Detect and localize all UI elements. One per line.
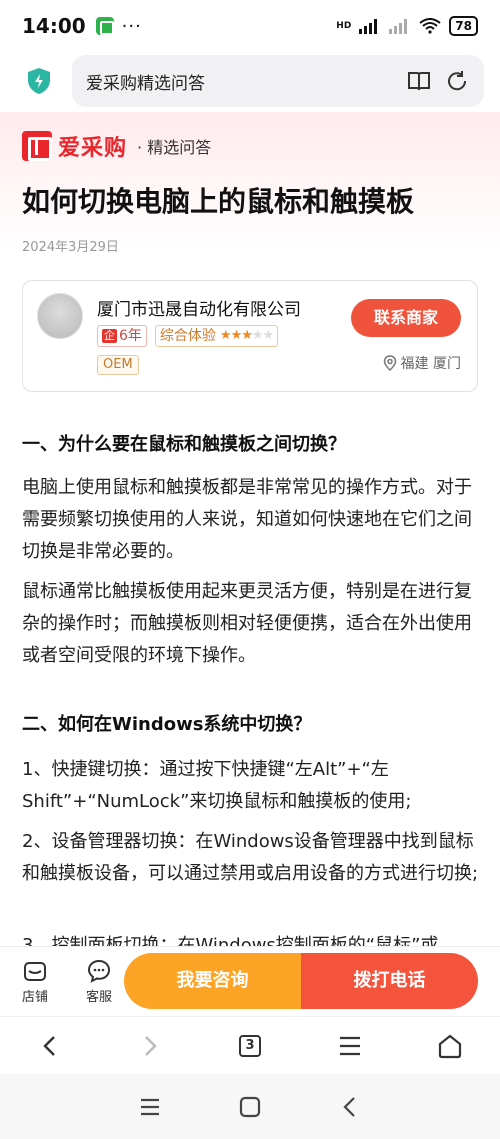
company-location: 福建 厦门: [383, 353, 461, 373]
back-button[interactable]: [30, 1026, 70, 1066]
contact-merchant-button[interactable]: 联系商家: [351, 299, 461, 337]
more-notifications-icon: ···: [121, 15, 142, 37]
browser-nav-bar: 3: [0, 1016, 500, 1074]
experience-badge: 综合体验 ★★★★★: [154, 325, 279, 347]
store-label[interactable]: 店铺: [22, 986, 48, 1005]
paragraph: 2、设备管理器切换：在Windows设备管理器中找到鼠标和触摸板设备，可以通过禁…: [22, 831, 479, 884]
company-name[interactable]: 厦门市迅晟自动化有限公司: [97, 295, 301, 320]
signal-2-icon: [389, 19, 408, 34]
notification-app-icon: [95, 17, 114, 35]
article-title: 如何切换电脑上的鼠标和触摸板: [22, 185, 415, 218]
status-bar: 14:00 ··· HD 78: [0, 0, 500, 52]
system-nav-bar: [0, 1074, 500, 1139]
company-card[interactable]: 厦门市迅晟自动化有限公司 企 6年 综合体验 ★★★★★ OEM 联系商家 福建…: [22, 280, 478, 392]
years-badge: 企 6年: [97, 325, 147, 347]
location-text: 福建 厦门: [400, 356, 461, 372]
store-icon: [24, 962, 46, 981]
location-pin-icon: [383, 355, 396, 371]
rating-stars: ★★★★★: [219, 326, 275, 346]
oem-tag: OEM: [97, 355, 139, 375]
section-heading-text: 一、为什么要在鼠标和触摸板之间切换？: [22, 434, 346, 455]
battery-indicator: 78: [449, 16, 478, 36]
menu-icon: [340, 1036, 360, 1055]
star-empty-icon: ★: [251, 328, 264, 343]
url-text[interactable]: 爱采购精选问答: [86, 69, 394, 94]
system-back-button[interactable]: [334, 1091, 366, 1123]
tab-count[interactable]: 3: [239, 1034, 261, 1057]
recents-button[interactable]: [134, 1091, 166, 1123]
service-label[interactable]: 客服: [86, 986, 112, 1005]
system-back-icon: [343, 1096, 355, 1117]
tabs-button[interactable]: 3: [230, 1026, 270, 1066]
back-arrow-icon: [43, 1035, 55, 1056]
forward-arrow-icon: [145, 1035, 157, 1056]
reload-icon[interactable]: [444, 68, 470, 94]
experience-label: 综合体验: [159, 328, 216, 344]
reader-mode-icon[interactable]: [406, 68, 432, 94]
aicaigou-logo-icon: [22, 131, 52, 161]
signal-icon: [359, 19, 378, 34]
brand-header: 爱采购 · 精选问答: [22, 130, 211, 162]
status-time: 14:00: [22, 14, 86, 38]
customer-service-button[interactable]: 客服: [70, 958, 128, 1005]
square-home-icon: [239, 1096, 261, 1117]
paragraph: 1、快捷键切换：通过按下快捷键“左Alt”+“左Shift”+“NumLock”…: [22, 759, 412, 812]
forward-button[interactable]: [130, 1026, 170, 1066]
company-badges: 企 6年 综合体验 ★★★★★: [97, 325, 279, 347]
section-heading: 二、如何在Windows系统中切换？: [22, 710, 312, 738]
article-content[interactable]: 爱采购 · 精选问答 如何切换电脑上的鼠标和触摸板 2024年3月29日 厦门市…: [0, 112, 500, 946]
star-empty-icon: ★: [262, 328, 275, 343]
browser-address-bar: 爱采购精选问答: [0, 52, 500, 110]
menu-button[interactable]: [330, 1026, 370, 1066]
company-avatar[interactable]: [37, 293, 83, 339]
url-field[interactable]: 爱采购精选问答: [72, 55, 484, 107]
paragraph: 3、控制面板切换：在Windows控制面板的“鼠标”或: [22, 935, 439, 946]
signal-label: HD: [336, 21, 352, 31]
brand-name: 爱采购: [58, 136, 128, 161]
bottom-action-bar: 店铺 客服 我要咨询 拨打电话: [0, 946, 500, 1016]
shield-security-icon[interactable]: [26, 67, 52, 95]
paragraph: 鼠标通常比触摸板使用起来更灵活方便，特别是在进行复杂的操作时；而触摸板则相对轻便…: [22, 581, 472, 666]
star-icon: ★: [230, 328, 243, 343]
cta-group: 我要咨询 拨打电话: [124, 953, 478, 1009]
store-button[interactable]: 店铺: [6, 958, 64, 1005]
star-icon: ★: [219, 328, 232, 343]
wifi-icon: [419, 18, 441, 34]
brand-subtitle: · 精选问答: [137, 138, 212, 157]
call-button[interactable]: 拨打电话: [301, 953, 478, 1009]
chat-icon: [87, 959, 111, 983]
recents-icon: [141, 1098, 159, 1115]
years-text: 6年: [119, 328, 142, 344]
star-icon: ★: [241, 328, 253, 343]
home-icon: [438, 1034, 462, 1058]
consult-button[interactable]: 我要咨询: [124, 953, 301, 1009]
section-heading-text: 二、如何在Windows系统中切换？: [22, 714, 312, 735]
paragraph: 电脑上使用鼠标和触摸板都是非常常见的操作方式。对于需要频繁切换使用的人来说，知道…: [22, 477, 472, 562]
section-heading: 一、为什么要在鼠标和触摸板之间切换？: [22, 430, 346, 458]
enterprise-icon: 企: [102, 329, 117, 343]
article-date: 2024年3月29日: [22, 240, 119, 255]
system-home-button[interactable]: [234, 1091, 266, 1123]
home-button[interactable]: [430, 1026, 470, 1066]
